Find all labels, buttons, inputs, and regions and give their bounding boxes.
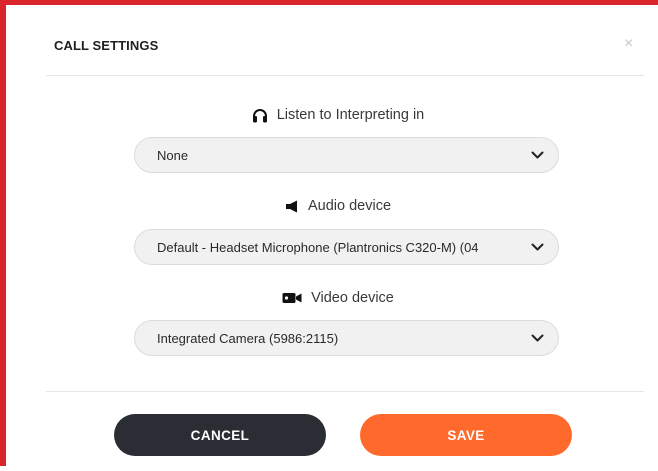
interpreting-select[interactable]: None [134, 137, 559, 173]
video-label: Video device [12, 290, 658, 306]
audio-label: Audio device [12, 198, 658, 214]
headphones-icon [252, 108, 267, 122]
speaker-icon [285, 200, 297, 212]
video-label-text: Video device [311, 290, 394, 306]
chevron-down-icon [531, 151, 544, 159]
video-device-select[interactable]: Integrated Camera (5986:2115) [134, 320, 559, 356]
interpreting-label-text: Listen to Interpreting in [276, 107, 425, 123]
call-settings-dialog: CALL SETTINGS × Listen to Interpreting i… [12, 10, 658, 471]
cancel-button[interactable]: CANCEL [114, 414, 326, 456]
dialog-title: CALL SETTINGS [54, 38, 159, 53]
footer-divider [46, 391, 644, 392]
close-icon[interactable]: × [624, 36, 633, 52]
interpreting-select-value: None [157, 147, 189, 163]
video-camera-icon [282, 293, 302, 303]
chevron-down-icon [531, 334, 544, 342]
header-divider [46, 75, 644, 76]
audio-device-select[interactable]: Default - Headset Microphone (Plantronic… [134, 229, 559, 265]
audio-select-value: Default - Headset Microphone (Plantronic… [157, 239, 479, 255]
chevron-down-icon [531, 243, 544, 251]
audio-label-text: Audio device [307, 198, 392, 214]
save-button[interactable]: SAVE [360, 414, 572, 456]
video-select-value: Integrated Camera (5986:2115) [157, 330, 339, 346]
window-frame: CALL SETTINGS × Listen to Interpreting i… [0, 0, 658, 466]
interpreting-label: Listen to Interpreting in [12, 107, 658, 123]
